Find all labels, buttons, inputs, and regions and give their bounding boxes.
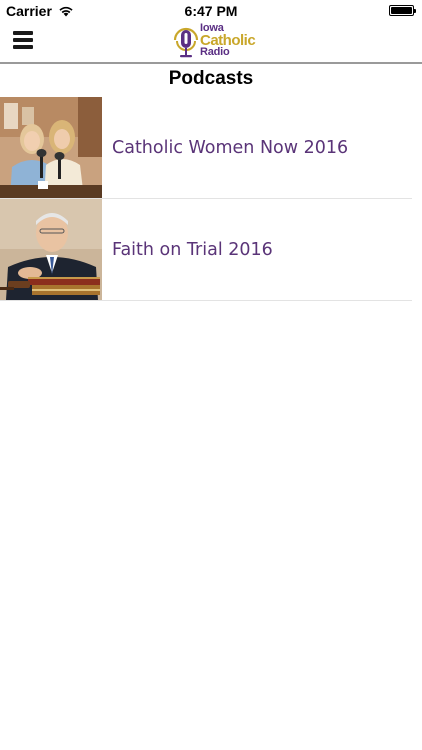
app-screen: Carrier 6:47 PM Iowa Catholic Radio Podc… xyxy=(0,0,422,750)
logo-wordmark: Iowa Catholic Radio xyxy=(200,23,256,58)
podcast-title: Faith on Trial 2016 xyxy=(112,239,273,260)
podcast-row-faith-on-trial[interactable]: Faith on Trial 2016 xyxy=(0,199,412,301)
podcast-row-catholic-women-now[interactable]: Catholic Women Now 2016 xyxy=(0,97,412,199)
podcast-list: Catholic Women Now 2016 Faith on Trial 2… xyxy=(0,97,412,301)
iowa-catholic-radio-logo[interactable]: Iowa Catholic Radio xyxy=(172,23,256,61)
page-title: Podcasts xyxy=(168,68,254,89)
menu-bar-line xyxy=(13,38,33,42)
hamburger-menu-icon[interactable] xyxy=(13,31,33,49)
nav-bar: Iowa Catholic Radio xyxy=(0,22,422,64)
podcast-title: Catholic Women Now 2016 xyxy=(112,137,349,158)
menu-bar-line xyxy=(13,31,33,35)
battery-fill xyxy=(391,7,412,14)
status-time: 6:47 PM xyxy=(184,3,238,19)
microphone-logo-icon xyxy=(173,27,199,58)
podcast-thumbnail-man-books xyxy=(0,199,102,300)
status-bar: Carrier 6:47 PM xyxy=(0,0,422,22)
podcast-thumbnail-two-women xyxy=(0,97,102,198)
two-women-hosts-photo xyxy=(0,97,102,198)
menu-bar-line xyxy=(13,45,33,49)
battery-icon xyxy=(389,5,416,16)
battery-tip xyxy=(414,9,416,13)
man-with-books-and-gavel-photo xyxy=(0,199,102,300)
